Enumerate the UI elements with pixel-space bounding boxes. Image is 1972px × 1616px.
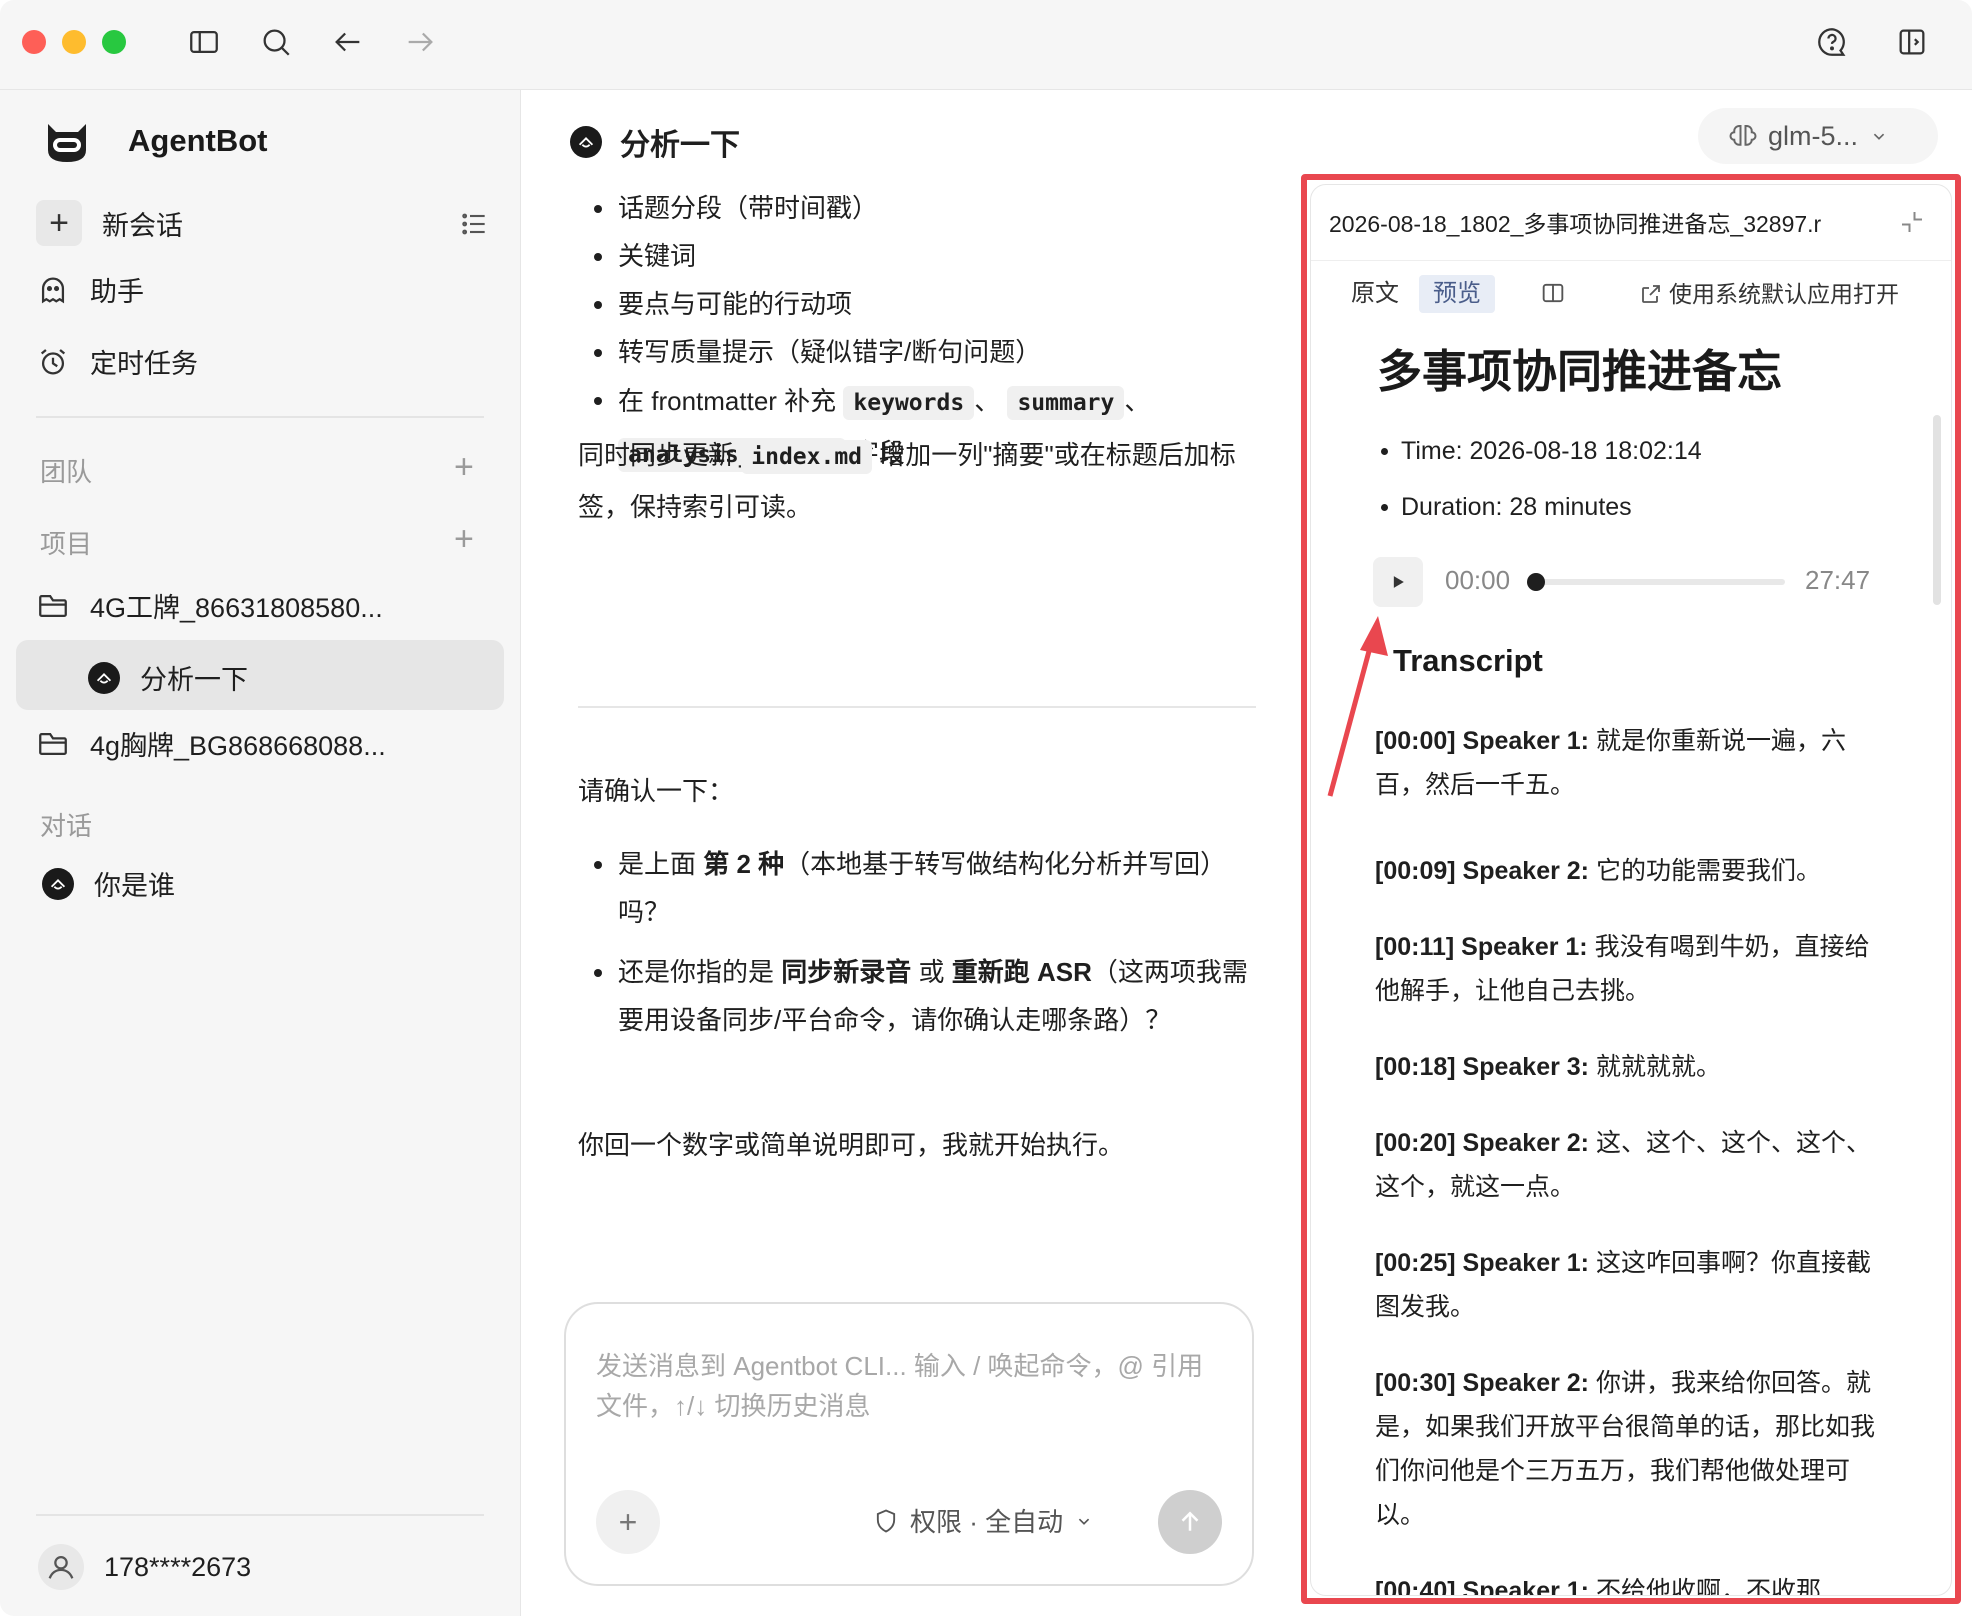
text-segment: 还是你指的是 <box>618 957 775 987</box>
chat-title: 分析一下 <box>570 120 740 164</box>
bold-text: 第 2 种 <box>703 849 785 879</box>
scheduled-tasks-label: 定时任务 <box>90 349 198 379</box>
text-segment: 或 <box>918 957 945 987</box>
sidebar-item-assistant[interactable]: 助手 <box>36 270 144 309</box>
alarm-clock-icon <box>40 348 66 374</box>
text-segment: 是上面 <box>618 849 697 879</box>
list-item: 转写质量提示（疑似错字/断句问题） <box>570 328 1150 376</box>
list-item: 关键词 <box>570 232 1150 280</box>
app-window: AgentBot + 新会话 助手 定时任务 团队 + 项目 + 4G工牌_86… <box>0 0 1972 1616</box>
project-label: 4G工牌_86631808580... <box>90 593 383 623</box>
add-team-button[interactable]: + <box>454 450 474 484</box>
team-section-label: 团队 <box>40 457 93 487</box>
maximize-window-button[interactable] <box>102 30 126 54</box>
plus-icon: + <box>36 200 82 246</box>
highlight-frame <box>1301 174 1961 1604</box>
list-item: 还是你指的是 同步新录音 或 重新跑 ASR（这两项我需要用设备同步/平台命令，… <box>570 948 1260 1044</box>
agent-avatar-icon <box>570 126 602 158</box>
shield-icon <box>876 1508 896 1533</box>
back-arrow-icon[interactable] <box>328 22 368 62</box>
user-avatar-icon <box>38 1544 84 1590</box>
list-view-icon[interactable] <box>458 208 490 245</box>
brand: AgentBot <box>40 114 267 168</box>
project-label: 4g胸牌_BG868668088... <box>90 731 386 761</box>
conversation-label: 你是谁 <box>94 871 175 901</box>
new-chat-label: 新会话 <box>102 210 183 241</box>
list-item: 是上面 第 2 种（本地基于转写做结构化分析并写回）吗？ <box>570 840 1260 936</box>
message-input[interactable]: 发送消息到 Agentbot CLI... 输入 / 唤起命令，@ 引用文件，↑… <box>564 1302 1254 1586</box>
model-selector[interactable]: glm-5... <box>1698 108 1938 164</box>
permission-selector[interactable]: 权限 · 全自动 <box>872 1502 1095 1539</box>
sidebar-divider <box>36 416 484 418</box>
inline-code: index.md <box>741 440 873 474</box>
sidebar-chat-item-selected[interactable]: 分析一下 <box>88 658 248 697</box>
chat-title-text: 分析一下 <box>620 129 740 162</box>
search-icon[interactable] <box>256 22 296 62</box>
add-project-button[interactable]: + <box>454 522 474 556</box>
chevron-down-icon <box>1873 133 1885 140</box>
app-name: AgentBot <box>128 123 268 158</box>
title-bar <box>0 0 1972 90</box>
model-brain-icon <box>1729 125 1757 146</box>
sidebar-item-scheduled-tasks[interactable]: 定时任务 <box>36 342 198 381</box>
inline-code: summary <box>1007 386 1125 420</box>
send-button[interactable] <box>1158 1490 1222 1554</box>
input-placeholder: 发送消息到 Agentbot CLI... 输入 / 唤起命令，@ 引用文件，↑… <box>596 1351 1204 1421</box>
closing-text: 你回一个数字或简单说明即可，我就开始执行。 <box>578 1130 1125 1160</box>
sidebar-bottom-divider <box>36 1514 484 1516</box>
inline-code: keywords <box>843 386 975 420</box>
message-divider <box>578 706 1256 708</box>
model-name: glm-5... <box>1768 120 1859 151</box>
forward-arrow-icon[interactable] <box>400 22 440 62</box>
sidebar-toggle-icon[interactable] <box>184 22 224 62</box>
conversations-section-label: 对话 <box>40 811 93 841</box>
bold-text: 重新跑 ASR <box>951 957 1092 987</box>
panel-toggle-icon[interactable] <box>1892 22 1932 62</box>
list-item: 要点与可能的行动项 <box>570 280 1150 328</box>
bold-text: 同步新录音 <box>781 957 912 987</box>
text-segment: 、 <box>974 386 1001 416</box>
folder-icon <box>39 594 67 617</box>
user-label: 178****2673 <box>104 1551 252 1582</box>
chevron-down-icon <box>1078 1518 1090 1525</box>
sidebar: AgentBot + 新会话 助手 定时任务 团队 + 项目 + 4G工牌_86… <box>0 90 521 1616</box>
close-window-button[interactable] <box>22 30 46 54</box>
arrow-up-icon <box>1181 1511 1199 1531</box>
text-segment: 同时同步更新 <box>578 440 735 470</box>
projects-section-label: 项目 <box>40 529 93 559</box>
chat-area: 分析一下 话题分段（带时间戳） 关键词 要点与可能的行动项 转写质量提示（疑似错… <box>522 90 1302 1616</box>
agent-avatar-icon <box>88 661 120 694</box>
plus-icon: + <box>618 1503 638 1540</box>
annotation-arrow-icon <box>1327 616 1388 797</box>
attach-button[interactable]: + <box>596 1490 660 1554</box>
assistant-label: 助手 <box>90 277 144 307</box>
minimize-window-button[interactable] <box>62 30 86 54</box>
sidebar-project-item[interactable]: 4g胸牌_BG868668088... <box>36 724 386 763</box>
user-account-button[interactable]: 178****2673 <box>38 1544 251 1590</box>
question-list: 是上面 第 2 种（本地基于转写做结构化分析并写回）吗？ 还是你指的是 同步新录… <box>570 840 1260 1044</box>
ghost-icon <box>41 277 65 303</box>
text-segment: 、 <box>1124 386 1151 416</box>
sidebar-conversation-item[interactable]: 你是谁 <box>42 864 175 903</box>
text-segment: 在 frontmatter 补充 <box>618 386 837 416</box>
permission-label: 权限 · 全自动 <box>910 1507 1064 1537</box>
folder-icon <box>39 732 67 755</box>
new-chat-button[interactable]: + 新会话 <box>36 200 183 246</box>
confirm-text: 请确认一下： <box>578 776 735 806</box>
message-paragraph: 同时同步更新 index.md 增加一列"摘要"或在标题后加标签，保持索引可读。 <box>578 430 1268 532</box>
help-icon[interactable] <box>1812 22 1852 62</box>
chat-item-label: 分析一下 <box>140 665 248 695</box>
sidebar-project-item[interactable]: 4G工牌_86631808580... <box>36 586 383 625</box>
agentbot-logo-icon <box>48 124 86 162</box>
agent-avatar-icon <box>42 867 74 900</box>
list-item: 话题分段（带时间戳） <box>570 184 1150 232</box>
